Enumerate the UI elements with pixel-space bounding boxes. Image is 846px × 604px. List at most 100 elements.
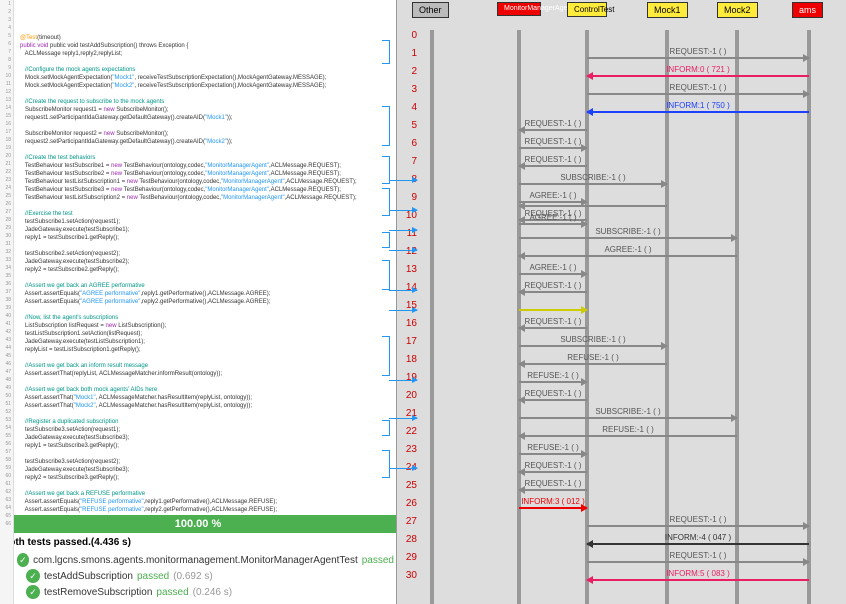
brace-link: [382, 260, 390, 290]
brace-link: [382, 336, 390, 376]
suite-status: passed: [362, 555, 394, 566]
row-number: 27: [399, 516, 417, 527]
row-number: 6: [399, 138, 417, 149]
suite-name: com.lgcns.smons.agents.monitormanagement…: [33, 555, 358, 566]
actor-mock1[interactable]: Mock1: [647, 2, 688, 18]
row-number: 30: [399, 570, 417, 581]
message-label: REFUSE:-1 ( ): [519, 443, 587, 452]
test-status: passed: [137, 571, 169, 582]
code-content: @Test(timeout) public void public void t…: [20, 26, 392, 515]
link-arrow: [389, 290, 417, 291]
brace-link: [382, 106, 390, 146]
row-number: 28: [399, 534, 417, 545]
message-label: REQUEST:-1 ( ): [519, 281, 587, 290]
row-number: 29: [399, 552, 417, 563]
link-arrow: [389, 310, 417, 311]
test-time: (0.246 s): [193, 587, 232, 598]
brace-link: [382, 420, 390, 436]
actor-mock2[interactable]: Mock2: [717, 2, 758, 18]
message-label: REQUEST:-1 ( ): [587, 551, 809, 560]
row-number: 25: [399, 480, 417, 491]
lifeline: [430, 30, 434, 604]
message-label: REFUSE:-1 ( ): [519, 425, 737, 434]
message-label: REQUEST:-1 ( ): [519, 389, 587, 398]
code-editor[interactable]: 1 2 3 4 5 6 7 8 9 10 11 12 13 14 15 16 1…: [0, 0, 396, 515]
row-number: 1: [399, 48, 417, 59]
message-label: INFORM:0 ( 721 ): [587, 65, 809, 74]
sequence-diagram-panel[interactable]: Other MonitorManagerAgent ControlTest Mo…: [396, 0, 846, 604]
row-number: 22: [399, 426, 417, 437]
actor-other[interactable]: Other: [412, 2, 449, 18]
brace-link: [382, 232, 390, 248]
test-suite-row[interactable]: ▾ ✓ com.lgcns.smons.agents.monitormanage…: [6, 552, 394, 568]
message-label: INFORM:-4 ( 047 ): [587, 533, 809, 542]
row-number: 13: [399, 264, 417, 275]
progress-bar: 100.00 %: [0, 515, 396, 533]
link-arrow: [389, 210, 417, 211]
tests-summary: Both tests passed.(4.436 s): [2, 537, 394, 548]
test-name: testRemoveSubscription: [44, 587, 152, 598]
message-label: REQUEST:-1 ( ): [587, 83, 809, 92]
row-number: 23: [399, 444, 417, 455]
message-label: AGREE:-1 ( ): [519, 213, 587, 222]
actors-layer: Other MonitorManagerAgent ControlTest Mo…: [397, 0, 846, 604]
check-icon: ✓: [17, 553, 29, 567]
message-label: REQUEST:-1 ( ): [587, 515, 809, 524]
link-arrow: [389, 230, 417, 231]
message-label: SUBSCRIBE:-1 ( ): [519, 227, 737, 236]
message-label: REQUEST:-1 ( ): [587, 47, 809, 56]
message-label: REQUEST:-1 ( ): [519, 155, 587, 164]
code-and-results-panel: 1 2 3 4 5 6 7 8 9 10 11 12 13 14 15 16 1…: [0, 0, 396, 604]
link-arrow: [389, 468, 417, 469]
row-number: 20: [399, 390, 417, 401]
message-label: REQUEST:-1 ( ): [519, 461, 587, 470]
msg-request[interactable]: REQUEST:-1 ( ): [519, 291, 587, 300]
message-label: REQUEST:-1 ( ): [519, 119, 587, 128]
message-label: AGREE:-1 ( ): [519, 245, 737, 254]
link-arrow: [389, 250, 417, 251]
method-signature: public void testAddSubscription() throws…: [50, 43, 185, 49]
message-label: SUBSCRIBE:-1 ( ): [519, 173, 667, 182]
row-number: 16: [399, 318, 417, 329]
check-icon: ✓: [26, 569, 40, 583]
row-number: 0: [399, 30, 417, 41]
message-label: INFORM:1 ( 750 ): [587, 101, 809, 110]
line-gutter: 1 2 3 4 5 6 7 8 9 10 11 12 13 14 15 16 1…: [0, 0, 14, 515]
message-label: REFUSE:-1 ( ): [519, 353, 667, 362]
link-arrow: [389, 418, 417, 419]
row-number: 18: [399, 354, 417, 365]
actor-control-test[interactable]: ControlTest: [567, 2, 607, 17]
brace-link: [382, 188, 390, 216]
message-label: REQUEST:-1 ( ): [519, 137, 587, 146]
row-number: 4: [399, 102, 417, 113]
test-case-row[interactable]: ✓ testAddSubscription passed (0.692 s): [26, 568, 394, 584]
msg-inform[interactable]: INFORM:1 ( 750 ): [587, 111, 809, 120]
test-case-row[interactable]: ✓ testRemoveSubscription passed (0.246 s…: [26, 584, 394, 600]
test-status: passed: [156, 587, 188, 598]
actor-ams[interactable]: ams: [792, 2, 823, 18]
test-results-panel: Both tests passed.(4.436 s) ▾ ✓ com.lgcn…: [0, 533, 396, 604]
row-number: 17: [399, 336, 417, 347]
message-label: REFUSE:-1 ( ): [519, 371, 587, 380]
message-label: INFORM:5 ( 083 ): [587, 569, 809, 578]
row-number: 3: [399, 84, 417, 95]
row-number: 7: [399, 156, 417, 167]
brace-link: [382, 450, 390, 478]
row-number: 9: [399, 192, 417, 203]
message-label: INFORM:3 ( 012 ): [519, 497, 587, 506]
row-number: 26: [399, 498, 417, 509]
check-icon: ✓: [26, 585, 40, 599]
message-label: REQUEST:-1 ( ): [519, 479, 587, 488]
message-label: AGREE:-1 ( ): [519, 263, 587, 272]
message-label: REQUEST:-1 ( ): [519, 317, 587, 326]
msg-inform[interactable]: INFORM:5 ( 083 ): [587, 579, 809, 588]
msg-inform[interactable]: INFORM:3 ( 012 ): [519, 507, 587, 516]
message-label: AGREE:-1 ( ): [519, 191, 587, 200]
message-label: SUBSCRIBE:-1 ( ): [519, 407, 737, 416]
row-number: 2: [399, 66, 417, 77]
brace-link: [382, 40, 390, 64]
link-arrow: [389, 380, 417, 381]
link-arrow: [389, 180, 417, 181]
test-name: testAddSubscription: [44, 571, 133, 582]
actor-monitor-manager[interactable]: MonitorManagerAgent: [497, 2, 541, 16]
